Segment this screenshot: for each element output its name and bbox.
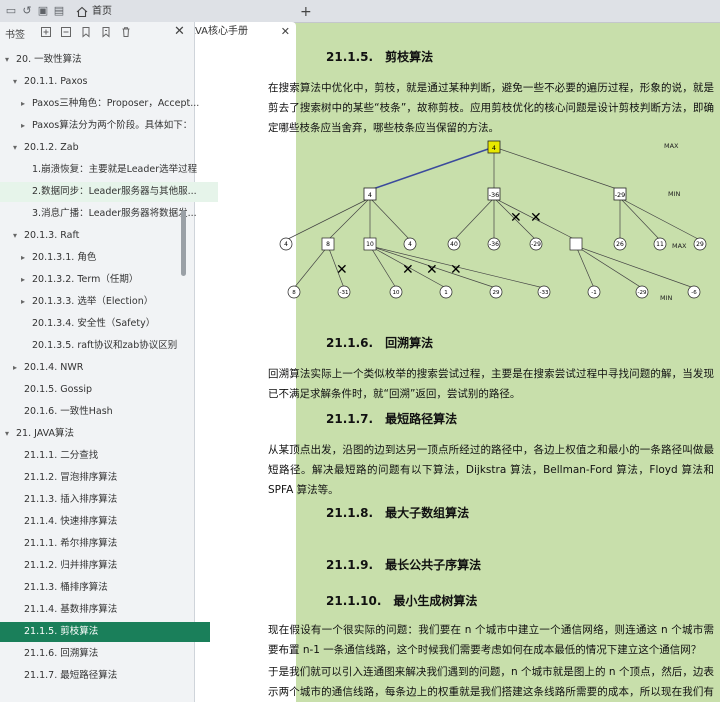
sidebar-item-raft-election[interactable]: ▸ 20.1.3.3. 选举（Election） <box>0 292 218 312</box>
sidebar-item-pruning[interactable]: 21.1.5. 剪枝算法 <box>0 622 210 642</box>
tree-node-value: -33 <box>540 290 549 296</box>
tab-home[interactable]: 首页 <box>72 2 144 22</box>
prune-mark: ✕ <box>510 210 522 226</box>
tree-node-value: -6 <box>691 290 697 296</box>
level-label-min: MIN <box>668 190 681 198</box>
tree-node-value: -31 <box>340 290 349 296</box>
sidebar-item-raft[interactable]: ▾ 20.1.3. Raft <box>0 226 210 246</box>
heading-lcs: 21.1.9. 最长公共子序算法 <box>326 558 482 572</box>
prune-mark: ✕ <box>402 262 414 278</box>
sidebar-item-raft-vs-zab[interactable]: 20.1.3.5. raft协议和zab协议区别 <box>0 336 218 356</box>
home-icon <box>76 6 88 18</box>
sidebar-item-binary-search[interactable]: 21.1.1. 二分查找 <box>0 446 210 466</box>
folder-icon[interactable]: ▭ <box>4 4 18 18</box>
tree-node-value: 4 <box>408 241 412 248</box>
prune-mark: ✕ <box>336 262 348 278</box>
tree-node-value: -29 <box>531 241 541 248</box>
tree-node-value: 8 <box>292 290 296 296</box>
tree-node-value: 8 <box>326 241 330 248</box>
open-icon[interactable]: ▤ <box>52 4 66 18</box>
level-label-max: MAX <box>664 142 679 150</box>
sidebar-item-java-algorithms[interactable]: ▾ 21. JAVA算法 <box>0 424 202 444</box>
tab-home-label: 首页 <box>92 6 112 17</box>
heading-backtracking: 21.1.6. 回溯算法 <box>326 336 434 350</box>
sidebar-item-shell-sort[interactable]: 21.1.1. 希尔排序算法 <box>0 534 210 554</box>
pruning-search-tree: ✕ ✕ ✕ ✕ ✕ ✕ MAX MIN MAX MIN 4 4 -36 -29 … <box>279 140 707 302</box>
heading-pruning: 21.1.5. 剪枝算法 <box>326 50 434 64</box>
tree-node-value: 29 <box>493 290 500 296</box>
tree-node-value: -1 <box>591 290 596 296</box>
tree-node-value: 10 <box>393 290 400 296</box>
add-bookmark-icon[interactable] <box>80 26 92 38</box>
tree-node-value: 10 <box>366 241 374 248</box>
tree-node-value: -36 <box>489 191 500 199</box>
sidebar-item-gossip[interactable]: 20.1.5. Gossip <box>0 380 210 400</box>
prune-mark: ✕ <box>530 210 542 226</box>
sidebar-item-paxos-phases[interactable]: ▸ Paxos算法分为两个阶段。具体如下： <box>0 116 218 136</box>
level-label-max: MAX <box>672 242 687 250</box>
sidebar-item-hash[interactable]: 20.1.6. 一致性Hash <box>0 402 210 422</box>
sidebar-item-shortest-path[interactable]: 21.1.7. 最短路径算法 <box>0 666 210 686</box>
sidebar-scrollbar[interactable] <box>181 210 186 276</box>
save-icon[interactable]: ▣ <box>36 4 50 18</box>
level-label-min: MIN <box>660 294 673 302</box>
paragraph-mst-2: 于是我们就可以引入连通图来解决我们遇到的问题，n 个城市就是图上的 n 个顶点，… <box>268 666 714 698</box>
prune-mark: ✕ <box>426 262 438 278</box>
bookmark-sidebar: 书签 ✕ ▾ 20. 一致性算法 ▾ 20.1.1. Paxos ▸ Paxos三种角… <box>0 22 218 702</box>
close-sidebar-icon[interactable]: ✕ <box>174 24 185 39</box>
paragraph-pruning: 在搜索算法中优化中，剪枝，就是通过某种判断，避免一些不必要的遍历过程，形象的说，… <box>268 82 714 134</box>
bookmark-icon[interactable] <box>100 26 112 38</box>
tree-root-value: 4 <box>492 144 496 152</box>
document-page: 21.1.5. 剪枝算法 在搜索算法中优化中，剪枝，就是通过某种判断，避免一些不… <box>196 22 720 702</box>
prune-mark: ✕ <box>450 262 462 278</box>
tree-node-value: 29 <box>696 241 704 248</box>
tree-node-value: 26 <box>616 241 624 248</box>
heading-mst: 21.1.10. 最小生成树算法 <box>326 594 478 608</box>
sidebar-title: 书签 <box>5 30 25 41</box>
undo-icon[interactable]: ↺ <box>20 4 34 18</box>
sidebar-item-insertion-sort[interactable]: 21.1.3. 插入排序算法 <box>0 490 210 510</box>
paragraph-shortest-path: 从某顶点出发，沿图的边到达另一顶点所经过的路径中，各边上权值之和最小的一条路径叫… <box>268 444 714 496</box>
expand-all-icon[interactable] <box>40 26 52 38</box>
tree-node-value: 40 <box>450 241 458 248</box>
sidebar-item-consensus[interactable]: ▾ 20. 一致性算法 <box>0 50 202 70</box>
tree-node-value: -36 <box>489 241 499 248</box>
sidebar-item-merge-sort[interactable]: 21.1.2. 归并排序算法 <box>0 556 210 576</box>
paragraph-backtracking: 回溯算法实际上一个类似枚举的搜索尝试过程，主要是在搜索尝试过程中寻找问题的解，当… <box>268 368 714 400</box>
collapse-all-icon[interactable] <box>60 26 72 38</box>
tree-node-value: 11 <box>656 241 664 248</box>
tab-bar: ▭ ↺ ▣ ▤ 首页 JAVA核心手册 ✕ + <box>0 0 720 702</box>
delete-icon[interactable] <box>120 26 132 38</box>
new-tab-button[interactable]: + <box>300 2 312 22</box>
sidebar-item-backtracking[interactable]: 21.1.6. 回溯算法 <box>0 644 210 664</box>
sidebar-item-zab-sync[interactable]: 2.数据同步：Leader服务器与其他服... <box>0 182 218 202</box>
heading-shortest-path: 21.1.7. 最短路径算法 <box>326 412 458 426</box>
tree-node-value: -29 <box>638 290 647 296</box>
paragraph-mst-1: 现在假设有一个很实际的问题：我们要在 n 个城市中建立一个通信网络，则连通这 n… <box>268 624 714 656</box>
tree-node-value: 4 <box>284 241 288 248</box>
sidebar-item-zab-recovery[interactable]: 1.崩溃恢复：主要就是Leader选举过程 <box>0 160 218 180</box>
sidebar-header: 书签 ✕ <box>0 22 194 44</box>
sidebar-item-bucket-sort[interactable]: 21.1.3. 桶排序算法 <box>0 578 210 598</box>
tree-node-value: 4 <box>368 191 372 199</box>
sidebar-item-paxos-roles[interactable]: ▸ Paxos三种角色：Proposer，Accept... <box>0 94 218 114</box>
sidebar-item-raft-safety[interactable]: 20.1.3.4. 安全性（Safety） <box>0 314 218 334</box>
tree-node <box>569 237 583 251</box>
tree-node-value: 1 <box>444 290 448 296</box>
sidebar-item-paxos[interactable]: ▾ 20.1.1. Paxos <box>0 72 210 92</box>
heading-max-subarray: 21.1.8. 最大子数组算法 <box>326 506 470 520</box>
sidebar-item-radix-sort[interactable]: 21.1.4. 基数排序算法 <box>0 600 210 620</box>
tree-node-value: -29 <box>615 191 626 199</box>
sidebar-item-bubble-sort[interactable]: 21.1.2. 冒泡排序算法 <box>0 468 210 488</box>
sidebar-item-zab[interactable]: ▾ 20.1.2. Zab <box>0 138 210 158</box>
sidebar-item-nwr[interactable]: ▸ 20.1.4. NWR <box>0 358 210 378</box>
sidebar-item-quick-sort[interactable]: 21.1.4. 快速排序算法 <box>0 512 210 532</box>
